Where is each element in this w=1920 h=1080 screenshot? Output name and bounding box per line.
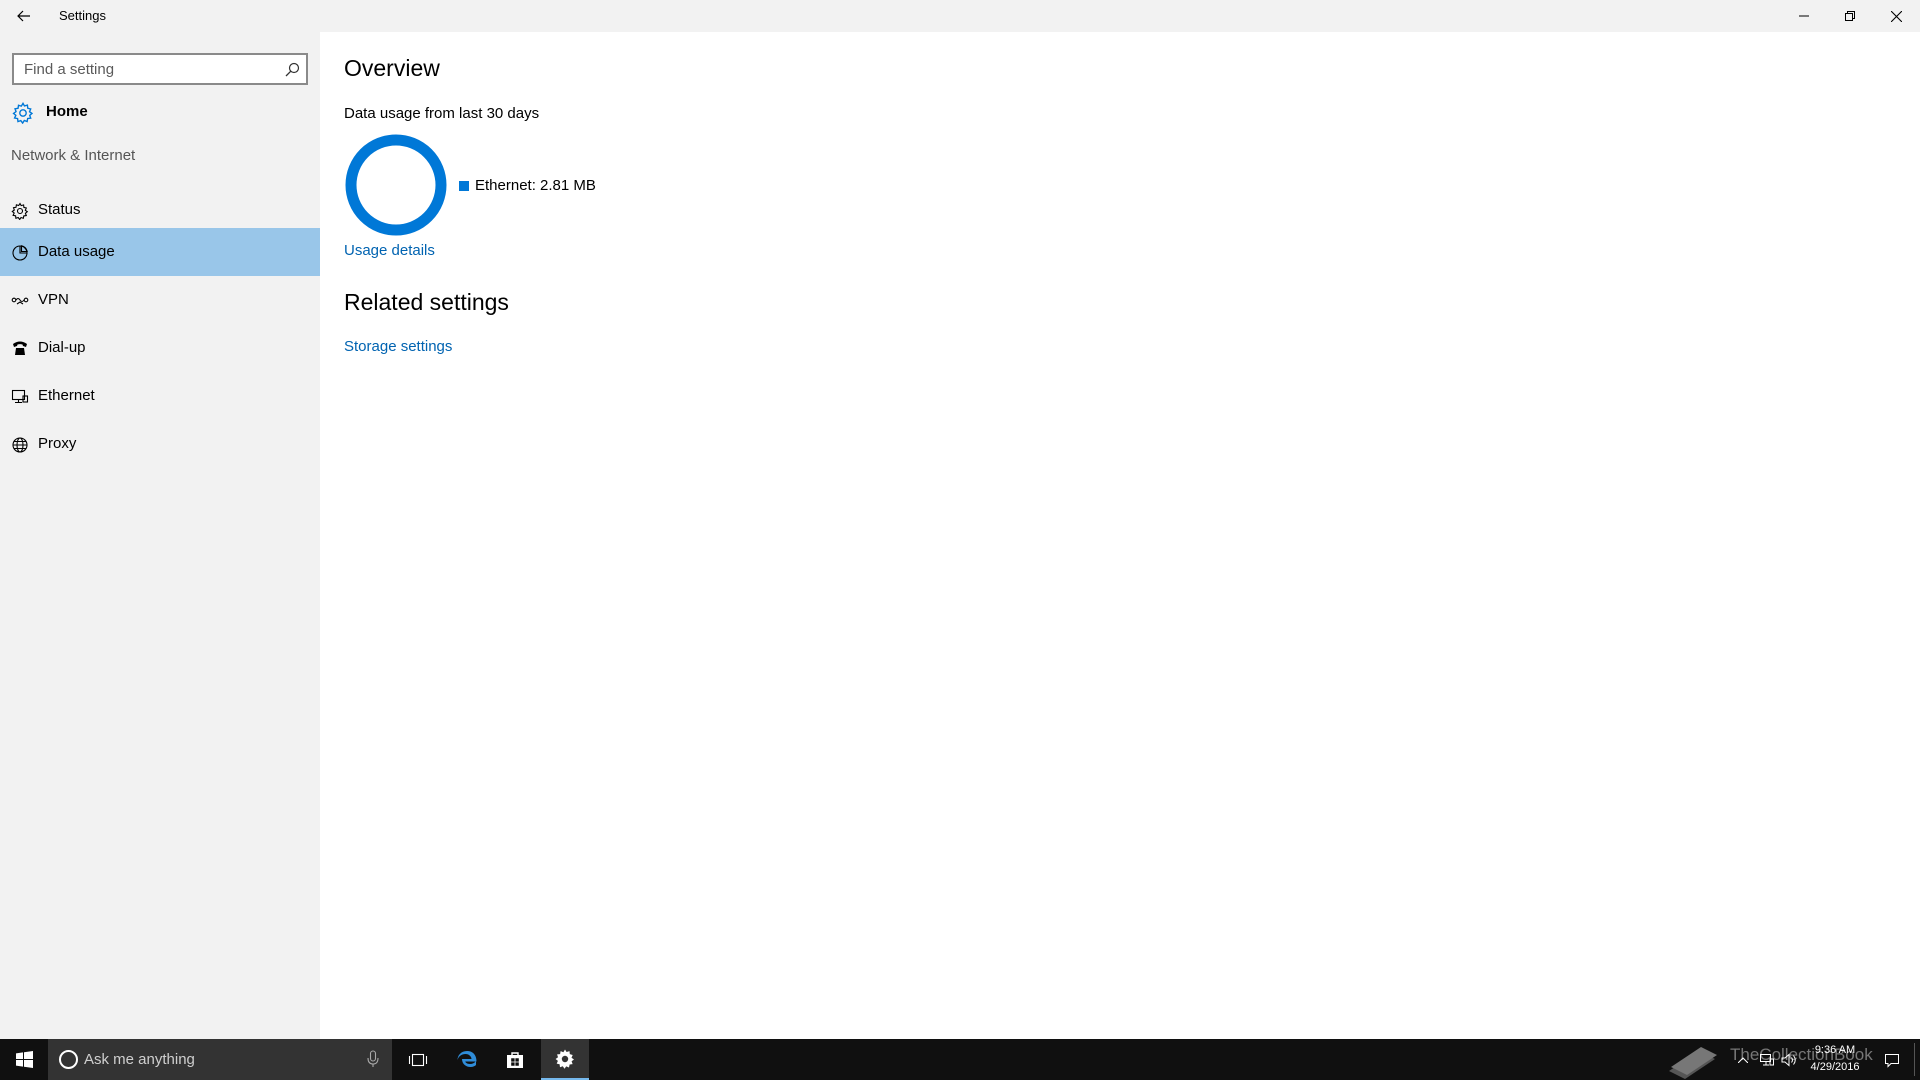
page-title: Overview [344, 55, 440, 81]
usage-details-link[interactable]: Usage details [344, 242, 435, 259]
sidebar-item-label: VPN [38, 291, 69, 308]
volume-tray-button[interactable] [1780, 1039, 1800, 1080]
settings-taskbar-button[interactable] [541, 1039, 589, 1080]
restore-icon [1845, 11, 1855, 21]
chart-legend: Ethernet: 2.81 MB [459, 177, 596, 194]
legend-swatch [459, 180, 469, 191]
sidebar-item-label: Data usage [38, 243, 115, 260]
globe-icon [12, 437, 28, 453]
title-bar: Settings [0, 0, 1920, 32]
sidebar-item-status[interactable]: Status [0, 186, 320, 234]
notification-icon [1885, 1053, 1899, 1068]
sidebar-item-proxy[interactable]: Proxy [0, 420, 320, 468]
close-icon [1890, 10, 1902, 22]
store-bag-icon [507, 1051, 523, 1068]
gear-icon [11, 202, 29, 220]
cortana-icon [59, 1050, 78, 1069]
ethernet-icon [11, 389, 29, 404]
gear-icon [555, 1049, 574, 1069]
sidebar-item-label: Ethernet [38, 387, 95, 404]
task-view-button[interactable] [395, 1039, 441, 1080]
phone-icon [13, 341, 27, 355]
clock[interactable]: 9:36 AM 4/29/2016 [1805, 1042, 1865, 1078]
microphone-icon[interactable] [366, 1049, 380, 1069]
home-link[interactable]: Home [0, 92, 320, 132]
legend-label: Ethernet: 2.81 MB [475, 177, 596, 194]
home-label: Home [46, 103, 88, 120]
main-content: Overview Data usage from last 30 days Et… [320, 32, 1920, 1039]
gear-icon [12, 102, 34, 124]
show-desktop-divider[interactable] [1914, 1043, 1915, 1076]
sidebar-item-data-usage[interactable]: Data usage [0, 228, 320, 276]
vpn-icon [11, 297, 29, 305]
close-button[interactable] [1873, 0, 1919, 32]
search-icon[interactable] [282, 60, 302, 80]
sidebar: Home Network & Internet Status Data usag… [0, 32, 320, 1039]
cortana-placeholder: Ask me anything [84, 1051, 195, 1068]
sidebar-item-ethernet[interactable]: Ethernet [0, 372, 320, 420]
search-box [12, 53, 308, 85]
sidebar-item-vpn[interactable]: VPN [0, 276, 320, 324]
section-title: Network & Internet [11, 147, 136, 164]
pie-chart-icon [12, 245, 28, 261]
network-icon [1760, 1053, 1774, 1065]
edge-browser-icon [457, 1050, 477, 1067]
book-logo-icon [1669, 1047, 1717, 1079]
restore-button[interactable] [1827, 0, 1873, 32]
volume-icon [1781, 1052, 1796, 1067]
task-view-icon [408, 1053, 428, 1066]
sidebar-item-dial-up[interactable]: Dial-up [0, 324, 320, 372]
network-tray-button[interactable] [1757, 1039, 1777, 1080]
show-hidden-icons-button[interactable] [1735, 1039, 1751, 1080]
related-settings-title: Related settings [344, 289, 509, 315]
window-title: Settings [59, 8, 106, 23]
edge-button[interactable] [443, 1039, 491, 1080]
back-button[interactable] [0, 0, 48, 32]
store-button[interactable] [491, 1039, 539, 1080]
clock-time: 9:36 AM [1814, 1044, 1856, 1056]
start-button[interactable] [0, 1039, 48, 1080]
back-arrow-icon [17, 10, 30, 22]
sidebar-item-label: Dial-up [38, 339, 86, 356]
taskbar: Ask me anything TheCollectionBook 9:36 A… [0, 1039, 1920, 1080]
minimize-button[interactable] [1781, 0, 1827, 32]
data-usage-subtitle: Data usage from last 30 days [344, 105, 540, 122]
clock-date: 4/29/2016 [1810, 1061, 1860, 1073]
chevron-up-icon [1738, 1056, 1748, 1063]
minimize-icon [1799, 15, 1809, 17]
cortana-search-box[interactable]: Ask me anything [48, 1039, 392, 1080]
sidebar-item-label: Status [38, 201, 81, 218]
windows-logo-icon [15, 1051, 33, 1068]
data-usage-donut-chart [345, 134, 447, 236]
sidebar-item-label: Proxy [38, 435, 77, 452]
find-setting-input[interactable] [14, 55, 274, 83]
storage-settings-link[interactable]: Storage settings [344, 338, 452, 355]
action-center-button[interactable] [1878, 1039, 1906, 1080]
